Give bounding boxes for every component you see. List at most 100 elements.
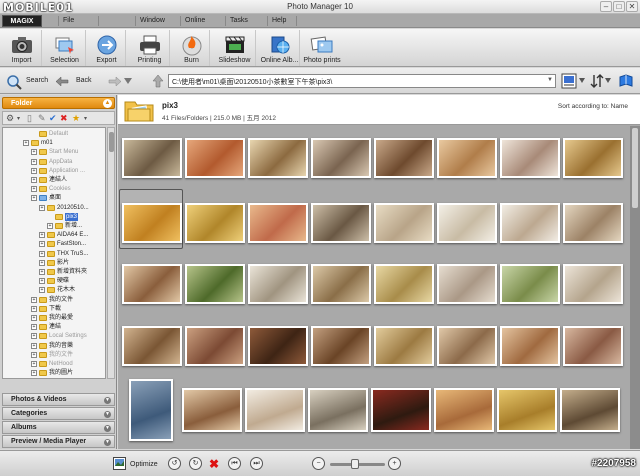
expand-toggle-icon[interactable]: + (23, 140, 29, 147)
folder-tree-item[interactable]: + AIDA64 E... (39, 231, 88, 239)
expand-toggle-icon[interactable]: + (31, 167, 37, 174)
photo-thumbnail[interactable] (248, 203, 308, 243)
book-icon[interactable] (618, 74, 634, 88)
photo-thumbnail[interactable] (497, 388, 557, 432)
selection-button[interactable]: Selection (44, 30, 86, 66)
photo-thumbnail[interactable] (185, 326, 245, 366)
favorite-star-icon[interactable]: ★ (72, 113, 80, 124)
folder-tree-item[interactable]: pix3 (47, 212, 79, 221)
folder-tree-item[interactable]: +20120510... (39, 204, 89, 212)
expand-toggle-icon[interactable]: + (31, 361, 37, 367)
collapse-folder-icon[interactable]: ▲ (103, 99, 112, 108)
photo-thumbnail[interactable] (563, 264, 623, 304)
rotate-left-icon[interactable]: ↺ (168, 457, 181, 470)
photo-thumbnail[interactable] (437, 264, 497, 304)
sort-icon[interactable] (590, 74, 604, 88)
photo-thumbnail[interactable] (500, 138, 560, 178)
photo-thumbnail[interactable] (311, 203, 371, 243)
photo-thumbnail[interactable] (185, 138, 245, 178)
expand-toggle-icon[interactable]: + (39, 204, 45, 211)
expand-toggle-icon[interactable]: + (31, 305, 37, 312)
folder-tree-item[interactable]: + 我的文件 (31, 351, 73, 359)
folder-tree-item[interactable]: Default (31, 130, 68, 138)
path-dropdown-icon[interactable]: ▼ (547, 77, 553, 83)
expand-toggle-icon[interactable]: + (31, 296, 37, 303)
menu-blank-2[interactable] (296, 16, 301, 26)
search-icon[interactable] (6, 74, 22, 90)
preview-media-player-section[interactable]: Preview / Media Player ▼ (2, 435, 115, 448)
expand-toggle-icon[interactable]: + (39, 269, 45, 275)
folder-tree-item[interactable]: + FastSton... (39, 240, 86, 248)
folder-tree-item[interactable]: + AppData (31, 158, 72, 166)
photo-thumbnail[interactable] (122, 138, 182, 178)
minimize-button[interactable]: – (600, 1, 612, 12)
photo-grid[interactable] (118, 126, 630, 449)
photo-thumbnail[interactable] (374, 138, 434, 178)
menu-tasks[interactable]: Tasks (225, 16, 248, 26)
photo-thumbnail[interactable] (374, 326, 434, 366)
expand-toggle-icon[interactable]: + (31, 149, 37, 156)
photo-thumbnail[interactable] (122, 264, 182, 304)
import-button[interactable]: Import (2, 30, 42, 66)
photo-thumbnail[interactable] (374, 203, 434, 243)
menu-blank[interactable] (98, 16, 103, 26)
expand-toggle-icon[interactable]: + (31, 158, 37, 165)
edit-icon[interactable]: ✎ (38, 113, 46, 124)
zoom-in-icon[interactable]: + (388, 457, 401, 470)
photo-prints-button[interactable]: Photo prints (302, 30, 342, 66)
folder-tree-item[interactable]: + 下載 (31, 305, 61, 313)
path-address-field[interactable]: C:\使用者\m01\桌面\20120510小茶數室下午茶\pix3\ ▼ (168, 74, 556, 88)
export-button[interactable]: Export (88, 30, 126, 66)
photo-thumbnail[interactable] (308, 388, 368, 432)
categories-section[interactable]: Categories ▼ (2, 407, 115, 420)
settings-gear-icon[interactable]: ⚙ (6, 113, 14, 124)
printing-button[interactable]: Printing (130, 30, 170, 66)
optimize-button[interactable]: Optimize (130, 461, 158, 468)
photo-thumbnail[interactable] (245, 388, 305, 432)
photo-thumbnail[interactable] (500, 326, 560, 366)
folder-tree-item[interactable]: + 我的音樂 (31, 342, 73, 350)
folder-tree-item[interactable]: + 我的最愛 (31, 314, 73, 322)
folder-tree-item[interactable]: + THX TruS... (39, 250, 88, 258)
next-icon[interactable]: ⏭ (250, 457, 263, 470)
expand-toggle-icon[interactable]: + (39, 287, 45, 294)
expand-toggle-icon[interactable]: + (31, 342, 37, 349)
photo-thumbnail[interactable] (437, 326, 497, 366)
photo-thumbnail[interactable] (248, 264, 308, 304)
photo-thumbnail[interactable] (185, 264, 245, 304)
photo-thumbnail[interactable] (182, 388, 242, 432)
folder-tree-scrollbar[interactable] (107, 127, 115, 379)
photo-thumbnail[interactable] (248, 326, 308, 366)
expand-chevron-icon[interactable]: ▼ (104, 397, 111, 404)
folder-tree-item[interactable]: + 影片 (39, 259, 69, 267)
sort-label[interactable]: Sort according to: Name (558, 103, 628, 110)
menu-online[interactable]: Online (180, 16, 205, 26)
new-folder-icon[interactable]: ▯ (27, 113, 32, 124)
zoom-slider-handle[interactable] (350, 459, 359, 469)
settings-dropdown-icon[interactable]: ▾ (17, 115, 20, 122)
photo-thumbnail[interactable] (500, 203, 560, 243)
albums-section[interactable]: Albums ▼ (2, 421, 115, 434)
expand-toggle-icon[interactable]: + (31, 324, 37, 331)
folder-tree-item[interactable]: + 新增... (47, 222, 82, 230)
folder-tree-item[interactable]: + m01 (23, 139, 53, 147)
up-folder-icon[interactable] (152, 74, 164, 88)
optimize-icon[interactable] (113, 457, 126, 470)
expand-toggle-icon[interactable]: + (31, 333, 37, 340)
photo-grid-scrollbar[interactable] (630, 126, 640, 449)
expand-toggle-icon[interactable]: + (39, 278, 45, 285)
photo-thumbnail[interactable] (311, 326, 371, 366)
search-label[interactable]: Search (26, 77, 48, 84)
expand-toggle-icon[interactable]: + (31, 186, 37, 193)
folder-tree-item[interactable]: + Local Settings (31, 332, 87, 340)
expand-toggle-icon[interactable]: + (31, 177, 37, 183)
photo-thumbnail[interactable] (122, 203, 182, 243)
expand-toggle-icon[interactable]: + (31, 351, 37, 358)
expand-toggle-icon[interactable]: + (39, 250, 45, 257)
photo-thumbnail[interactable] (248, 138, 308, 178)
menu-window[interactable]: Window (135, 16, 165, 26)
view-mode-icon[interactable] (561, 73, 577, 89)
expand-toggle-icon[interactable]: + (31, 370, 37, 377)
photo-thumbnail[interactable] (371, 388, 431, 432)
photo-thumbnail[interactable] (500, 264, 560, 304)
